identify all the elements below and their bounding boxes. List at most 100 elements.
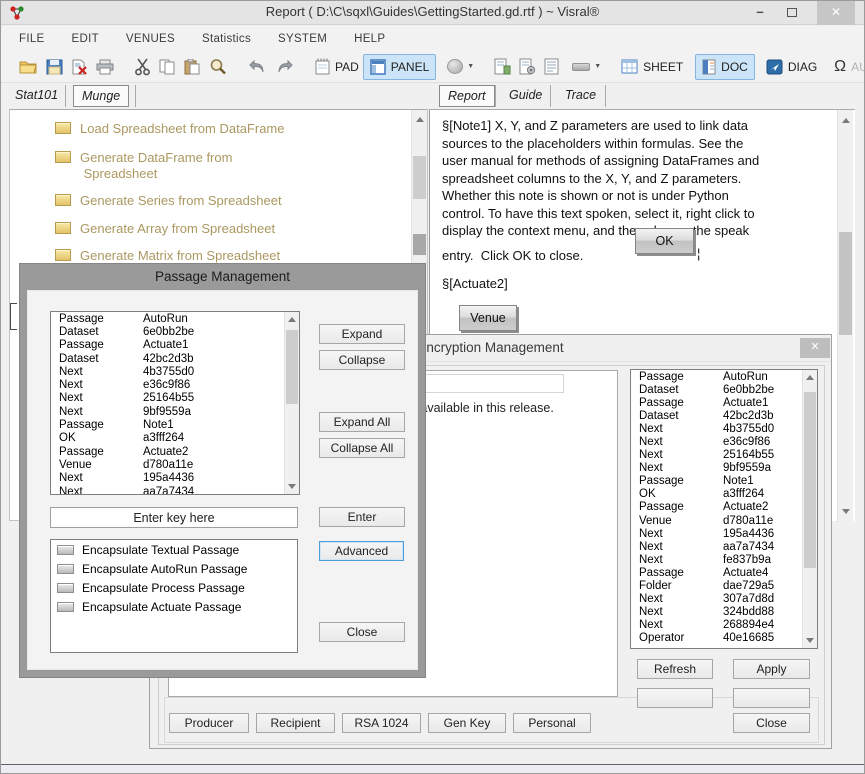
collapse-all-button[interactable]: Collapse All xyxy=(319,438,405,458)
list-item[interactable]: Next25164b55 xyxy=(51,392,299,405)
scroll-down-icon[interactable] xyxy=(285,479,299,494)
list-item[interactable]: Dataset6e0bb2be xyxy=(51,325,299,338)
tab-guide[interactable]: Guide xyxy=(501,85,550,107)
ok-button[interactable]: OK xyxy=(635,228,694,254)
auto-button[interactable]: Ω AUTO xyxy=(831,54,865,80)
expand-all-button[interactable]: Expand All xyxy=(319,412,405,432)
list-item[interactable]: Encapsulate AutoRun Passage xyxy=(51,559,297,578)
menu-statistics[interactable]: Statistics xyxy=(202,33,251,45)
venue-shape-button[interactable]: ▼ xyxy=(444,54,477,80)
menu-system[interactable]: SYSTEM xyxy=(278,33,327,45)
list-item[interactable]: Dataset6e0bb2be xyxy=(631,383,817,396)
tree-item-load-spreadsheet[interactable]: Load Spreadsheet from DataFrame xyxy=(55,121,405,137)
scroll-up-icon[interactable] xyxy=(285,312,299,327)
close-button[interactable]: ✕ xyxy=(817,1,855,25)
scrollbar-thumb[interactable] xyxy=(286,330,298,404)
venue-button[interactable]: Venue xyxy=(459,305,517,331)
list-item[interactable]: PassageActuate2 xyxy=(631,501,817,514)
list-item[interactable]: Folderdae729a5 xyxy=(631,580,817,593)
list-item[interactable]: PassageActuate1 xyxy=(51,339,299,352)
list-item[interactable]: Dataset42bc2d3b xyxy=(631,409,817,422)
panel-button[interactable]: PANEL xyxy=(363,54,436,80)
tree-item-generate-matrix[interactable]: Generate Matrix from Spreadsheet xyxy=(55,248,405,264)
paste-icon[interactable] xyxy=(181,54,204,80)
tree-item-generate-array[interactable]: Generate Array from Spreadsheet xyxy=(55,221,405,237)
list-item[interactable]: Next268894e4 xyxy=(631,619,817,632)
undo-icon[interactable] xyxy=(244,54,270,80)
chevron-down-icon[interactable]: ▼ xyxy=(594,63,601,70)
list-item[interactable]: Next9bf9559a xyxy=(631,462,817,475)
list-item[interactable]: Operator40e16685 xyxy=(631,632,817,645)
copy-icon[interactable] xyxy=(156,54,179,80)
refresh-button[interactable]: Refresh xyxy=(637,659,713,679)
save-icon[interactable] xyxy=(43,54,66,80)
list-item[interactable]: Next4b3755d0 xyxy=(631,422,817,435)
tab-report[interactable]: Report xyxy=(439,85,495,107)
list-item[interactable]: Nexte36c9f86 xyxy=(631,435,817,448)
line-style-button[interactable]: ▼ xyxy=(569,54,604,80)
menu-venues[interactable]: VENUES xyxy=(126,33,175,45)
tree-item-generate-series[interactable]: Generate Series from Spreadsheet xyxy=(55,193,405,209)
minimize-button[interactable]: – xyxy=(745,1,775,25)
chevron-down-icon[interactable]: ▼ xyxy=(467,63,474,70)
scroll-up-icon[interactable] xyxy=(838,113,853,128)
list-item[interactable]: Next195a4436 xyxy=(631,527,817,540)
scrollbar-thumb[interactable] xyxy=(413,156,426,199)
blank-button[interactable] xyxy=(637,688,713,708)
list-item[interactable]: Next195a4436 xyxy=(51,472,299,485)
doc-button[interactable]: DOC xyxy=(695,54,755,80)
list-item[interactable]: Nextaa7a7434 xyxy=(631,540,817,553)
diag-button[interactable]: DIAG xyxy=(763,54,820,80)
close-button[interactable]: Close xyxy=(733,713,810,733)
tree-item-generate-dataframe[interactable]: Generate DataFrame from Spreadsheet xyxy=(55,150,405,182)
delete-document-icon[interactable] xyxy=(68,54,91,80)
list-item[interactable]: Next25164b55 xyxy=(631,449,817,462)
tab-munge[interactable]: Munge xyxy=(73,85,129,107)
scroll-down-icon[interactable] xyxy=(838,504,853,519)
menu-help[interactable]: HELP xyxy=(354,33,385,45)
scroll-up-icon[interactable] xyxy=(803,370,817,385)
list-item[interactable]: PassageActuate2 xyxy=(51,445,299,458)
list-scrollbar[interactable] xyxy=(802,370,817,648)
pad-button[interactable]: PAD xyxy=(312,54,362,80)
list-item[interactable]: PassageActuate1 xyxy=(631,396,817,409)
scrollbar-thumb[interactable] xyxy=(839,232,852,335)
close-button[interactable]: Close xyxy=(319,622,405,642)
list-item[interactable]: PassageAutoRun xyxy=(51,312,299,325)
list-item[interactable]: PassageNote1 xyxy=(631,475,817,488)
recipient-button[interactable]: Recipient xyxy=(256,713,335,733)
menu-edit[interactable]: EDIT xyxy=(72,33,99,45)
list-item[interactable]: Nexte36c9f86 xyxy=(51,378,299,391)
apply-button[interactable]: Apply xyxy=(733,659,810,679)
splitter-handle[interactable] xyxy=(10,303,17,330)
scroll-down-icon[interactable] xyxy=(803,633,817,648)
list-item[interactable]: PassageNote1 xyxy=(51,418,299,431)
redo-icon[interactable] xyxy=(272,54,298,80)
sheet-button[interactable]: SHEET xyxy=(618,54,686,80)
personal-button[interactable]: Personal xyxy=(513,713,591,733)
gen-key-button[interactable]: Gen Key xyxy=(428,713,506,733)
list-item[interactable]: Next9bf9559a xyxy=(51,405,299,418)
list-item[interactable]: PassageAutoRun xyxy=(631,370,817,383)
list-item[interactable]: OKa3fff264 xyxy=(631,488,817,501)
process-document-icon[interactable] xyxy=(516,54,539,80)
list-item[interactable]: Encapsulate Actuate Passage xyxy=(51,597,297,616)
insert-note-icon[interactable] xyxy=(491,54,514,80)
document-scrollbar[interactable] xyxy=(837,110,853,522)
blank-button[interactable] xyxy=(733,688,810,708)
scrollbar-thumb[interactable] xyxy=(413,234,426,255)
list-item[interactable]: Nextaa7a7434 xyxy=(51,485,299,495)
collapse-button[interactable]: Collapse xyxy=(319,350,405,370)
maximize-button[interactable] xyxy=(777,1,807,25)
key-input[interactable] xyxy=(50,507,298,528)
cut-icon[interactable] xyxy=(131,54,154,80)
list-scrollbar[interactable] xyxy=(284,312,299,494)
list-item[interactable]: Next324bdd88 xyxy=(631,606,817,619)
list-document-icon[interactable] xyxy=(541,54,562,80)
list-item[interactable]: Venued780a11e xyxy=(631,514,817,527)
list-item[interactable]: PassageActuate4 xyxy=(631,566,817,579)
rsa-1024-button[interactable]: RSA 1024 xyxy=(342,713,421,733)
list-item[interactable]: Venued780a11e xyxy=(51,458,299,471)
print-icon[interactable] xyxy=(93,54,117,80)
tab-stat101[interactable]: Stat101 xyxy=(7,85,66,107)
